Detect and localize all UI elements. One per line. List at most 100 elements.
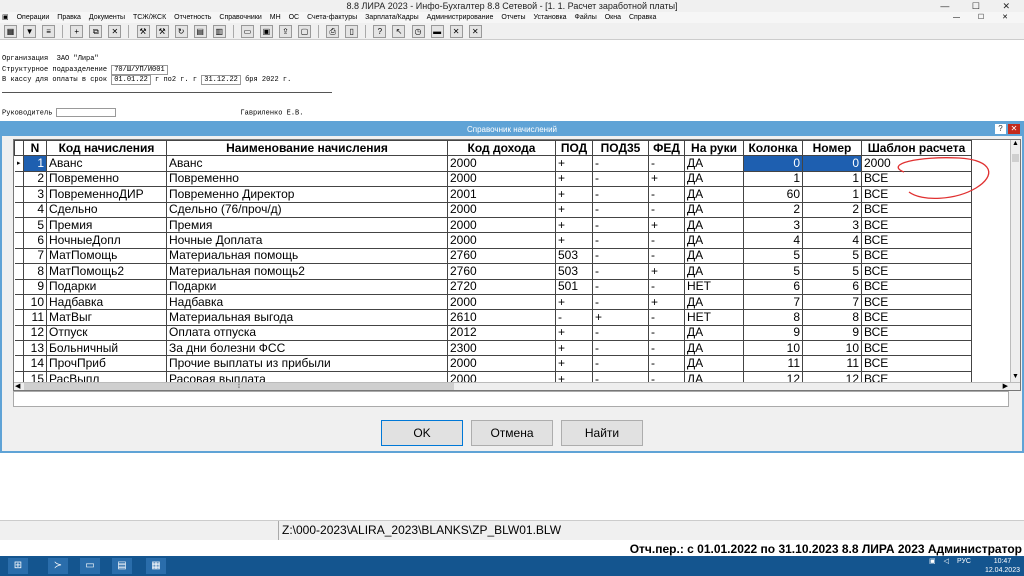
window-controls[interactable]: — ☐ ✕ <box>940 0 1020 12</box>
cell-template[interactable]: ВСЕ <box>861 232 972 249</box>
menu-item-os[interactable]: ОС <box>289 14 300 21</box>
cell-number[interactable]: 5 <box>802 263 862 280</box>
cell-pod35[interactable]: - <box>592 155 649 172</box>
powershell-icon[interactable]: ≻ <box>48 558 68 574</box>
cell-pod35[interactable]: - <box>592 293 649 311</box>
cell-pod[interactable]: + <box>555 324 593 342</box>
header-col-n[interactable]: N <box>23 140 47 157</box>
cell-column[interactable]: 9 <box>743 324 803 342</box>
cell-n[interactable]: 9 <box>23 278 47 295</box>
cell-template[interactable]: ВСЕ <box>861 278 972 295</box>
cell-net[interactable]: ДА <box>684 155 744 172</box>
cell-column[interactable]: 6 <box>743 278 803 295</box>
save-icon[interactable]: ▣ <box>259 25 273 38</box>
cell-accrual-code[interactable]: МатВыг <box>46 309 167 326</box>
cell-n[interactable]: 12 <box>23 324 47 342</box>
cell-column[interactable]: 0 <box>743 155 803 172</box>
cell-fed[interactable]: - <box>648 324 685 342</box>
cell-fed[interactable]: - <box>648 186 685 203</box>
table-row[interactable]: 7 МатПомощь Материальная помощь 2760 503- - ДА… <box>14 247 972 265</box>
cell-accrual-name[interactable]: Материальная помощь2 <box>166 263 448 280</box>
cell-accrual-code[interactable]: Повременно <box>46 170 167 188</box>
cell-n[interactable]: 1 <box>23 155 47 172</box>
scroll-right-icon[interactable]: ▶ <box>1003 382 1008 390</box>
table-row[interactable]: 11 МатВыг Материальная выгода 2610- + - НЕТ 8 8 В… <box>14 309 972 326</box>
cell-template[interactable]: ВСЕ <box>861 263 972 280</box>
cell-income-code[interactable]: 2000 <box>447 201 556 218</box>
cell-accrual-name[interactable]: Премия <box>166 216 448 234</box>
cell-fed[interactable]: + <box>648 263 685 280</box>
cell-template[interactable]: ВСЕ <box>861 293 972 311</box>
header-col-number[interactable]: Номер <box>802 140 862 157</box>
cell-pod35[interactable]: - <box>592 355 649 372</box>
cell-pod35[interactable]: + <box>592 309 649 326</box>
cell-number[interactable]: 6 <box>802 278 862 295</box>
context-help-icon[interactable]: ↖ <box>392 25 406 38</box>
table-row[interactable]: 9 Подарки Подарки 2720 501- - НЕТ 6 6 ВСЕ <box>14 278 972 295</box>
cell-fed[interactable]: - <box>648 309 685 326</box>
cell-accrual-code[interactable]: ПрочПриб <box>46 355 167 372</box>
header-col-pod[interactable]: ПОД <box>555 140 593 157</box>
cell-accrual-name[interactable]: Аванс <box>166 155 448 172</box>
cell-net[interactable]: НЕТ <box>684 309 744 326</box>
spreadsheet-icon[interactable]: ▥ <box>212 25 226 38</box>
preview-icon[interactable]: ▯ <box>345 25 359 38</box>
ok-button[interactable]: OK <box>381 420 463 446</box>
tool2-icon[interactable]: ⚒ <box>155 25 169 38</box>
table-row[interactable]: 4 Сдельно Сдельно (76/проч/д) 2000 + - - ДА 2 2 ВС… <box>14 201 972 218</box>
cell-net[interactable]: ДА <box>684 170 744 188</box>
cell-accrual-name[interactable]: Оплата отпуска <box>166 324 448 342</box>
cell-net[interactable]: ДА <box>684 232 744 249</box>
cell-n[interactable]: 2 <box>23 170 47 188</box>
signature-field[interactable] <box>56 108 117 117</box>
header-col-accrual-code[interactable]: Код начисления <box>46 140 167 157</box>
header-col-net[interactable]: На руки <box>684 140 744 157</box>
close-all-icon[interactable]: ✕ <box>468 25 482 38</box>
cell-fed[interactable]: - <box>648 247 685 265</box>
table-row[interactable]: ▸ 1 Аванс Аванс 2000 + - - ДА 0 0 2000 <box>14 155 972 172</box>
cell-template[interactable]: ВСЕ <box>861 201 972 218</box>
menu-item-payroll[interactable]: Зарплата/Кадры <box>365 14 419 21</box>
cell-n[interactable]: 4 <box>23 201 47 218</box>
cell-pod[interactable]: + <box>555 186 593 203</box>
delete-icon[interactable]: ✕ <box>108 25 122 38</box>
language-indicator[interactable]: РУС <box>957 558 971 565</box>
header-col-column[interactable]: Колонка <box>743 140 803 157</box>
tool-icon[interactable]: ⚒ <box>136 25 150 38</box>
network-tray-icon[interactable]: ▣ <box>929 558 936 565</box>
cell-income-code[interactable]: 2720 <box>447 278 556 295</box>
cell-column[interactable]: 2 <box>743 201 803 218</box>
cell-n[interactable]: 5 <box>23 216 47 234</box>
date-to-field[interactable]: 31.12.22 <box>201 75 241 85</box>
filter-icon[interactable]: ▼ <box>23 25 37 38</box>
cell-accrual-code[interactable]: Отпуск <box>46 324 167 342</box>
menu-item-help[interactable]: Справка <box>629 14 656 21</box>
cell-income-code[interactable]: 2012 <box>447 324 556 342</box>
cell-column[interactable]: 3 <box>743 216 803 234</box>
cell-accrual-code[interactable]: Надбавка <box>46 293 167 311</box>
table-row[interactable]: 10 Надбавка Надбавка 2000 + - + ДА 7 7 ВСЕ <box>14 293 972 311</box>
cell-accrual-name[interactable]: За дни болезни ФСС <box>166 340 448 357</box>
cell-number[interactable]: 4 <box>802 232 862 249</box>
cell-column[interactable]: 5 <box>743 263 803 280</box>
save-as-icon[interactable]: ▢ <box>298 25 312 38</box>
cell-accrual-name[interactable]: Подарки <box>166 278 448 295</box>
mdi-controls[interactable]: — ☐ ✕ <box>953 12 1016 23</box>
cell-income-code[interactable]: 2000 <box>447 216 556 234</box>
help-button[interactable]: ? <box>995 124 1006 134</box>
cell-accrual-code[interactable]: МатПомощь <box>46 247 167 265</box>
cell-accrual-code[interactable]: Сдельно <box>46 201 167 218</box>
menu-item-windows[interactable]: Окна <box>605 14 621 21</box>
refresh-icon[interactable]: ↻ <box>174 25 188 38</box>
file-explorer-icon[interactable]: ▭ <box>80 558 100 574</box>
cell-pod[interactable]: 501 <box>555 278 593 295</box>
cell-number[interactable]: 3 <box>802 216 862 234</box>
cell-income-code[interactable]: 2610 <box>447 309 556 326</box>
cell-pod35[interactable]: - <box>592 324 649 342</box>
cell-template[interactable]: ВСЕ <box>861 324 972 342</box>
cell-accrual-name[interactable]: Ночные Доплата <box>166 232 448 249</box>
header-col-income-code[interactable]: Код дохода <box>447 140 556 157</box>
table-row[interactable]: 12 Отпуск Оплата отпуска 2012 + - - ДА 9 9 ВСЕ <box>14 324 972 342</box>
header-col-accrual-name[interactable]: Наименование начисления <box>166 140 448 157</box>
scroll-left-icon[interactable]: ◀ <box>15 382 20 390</box>
